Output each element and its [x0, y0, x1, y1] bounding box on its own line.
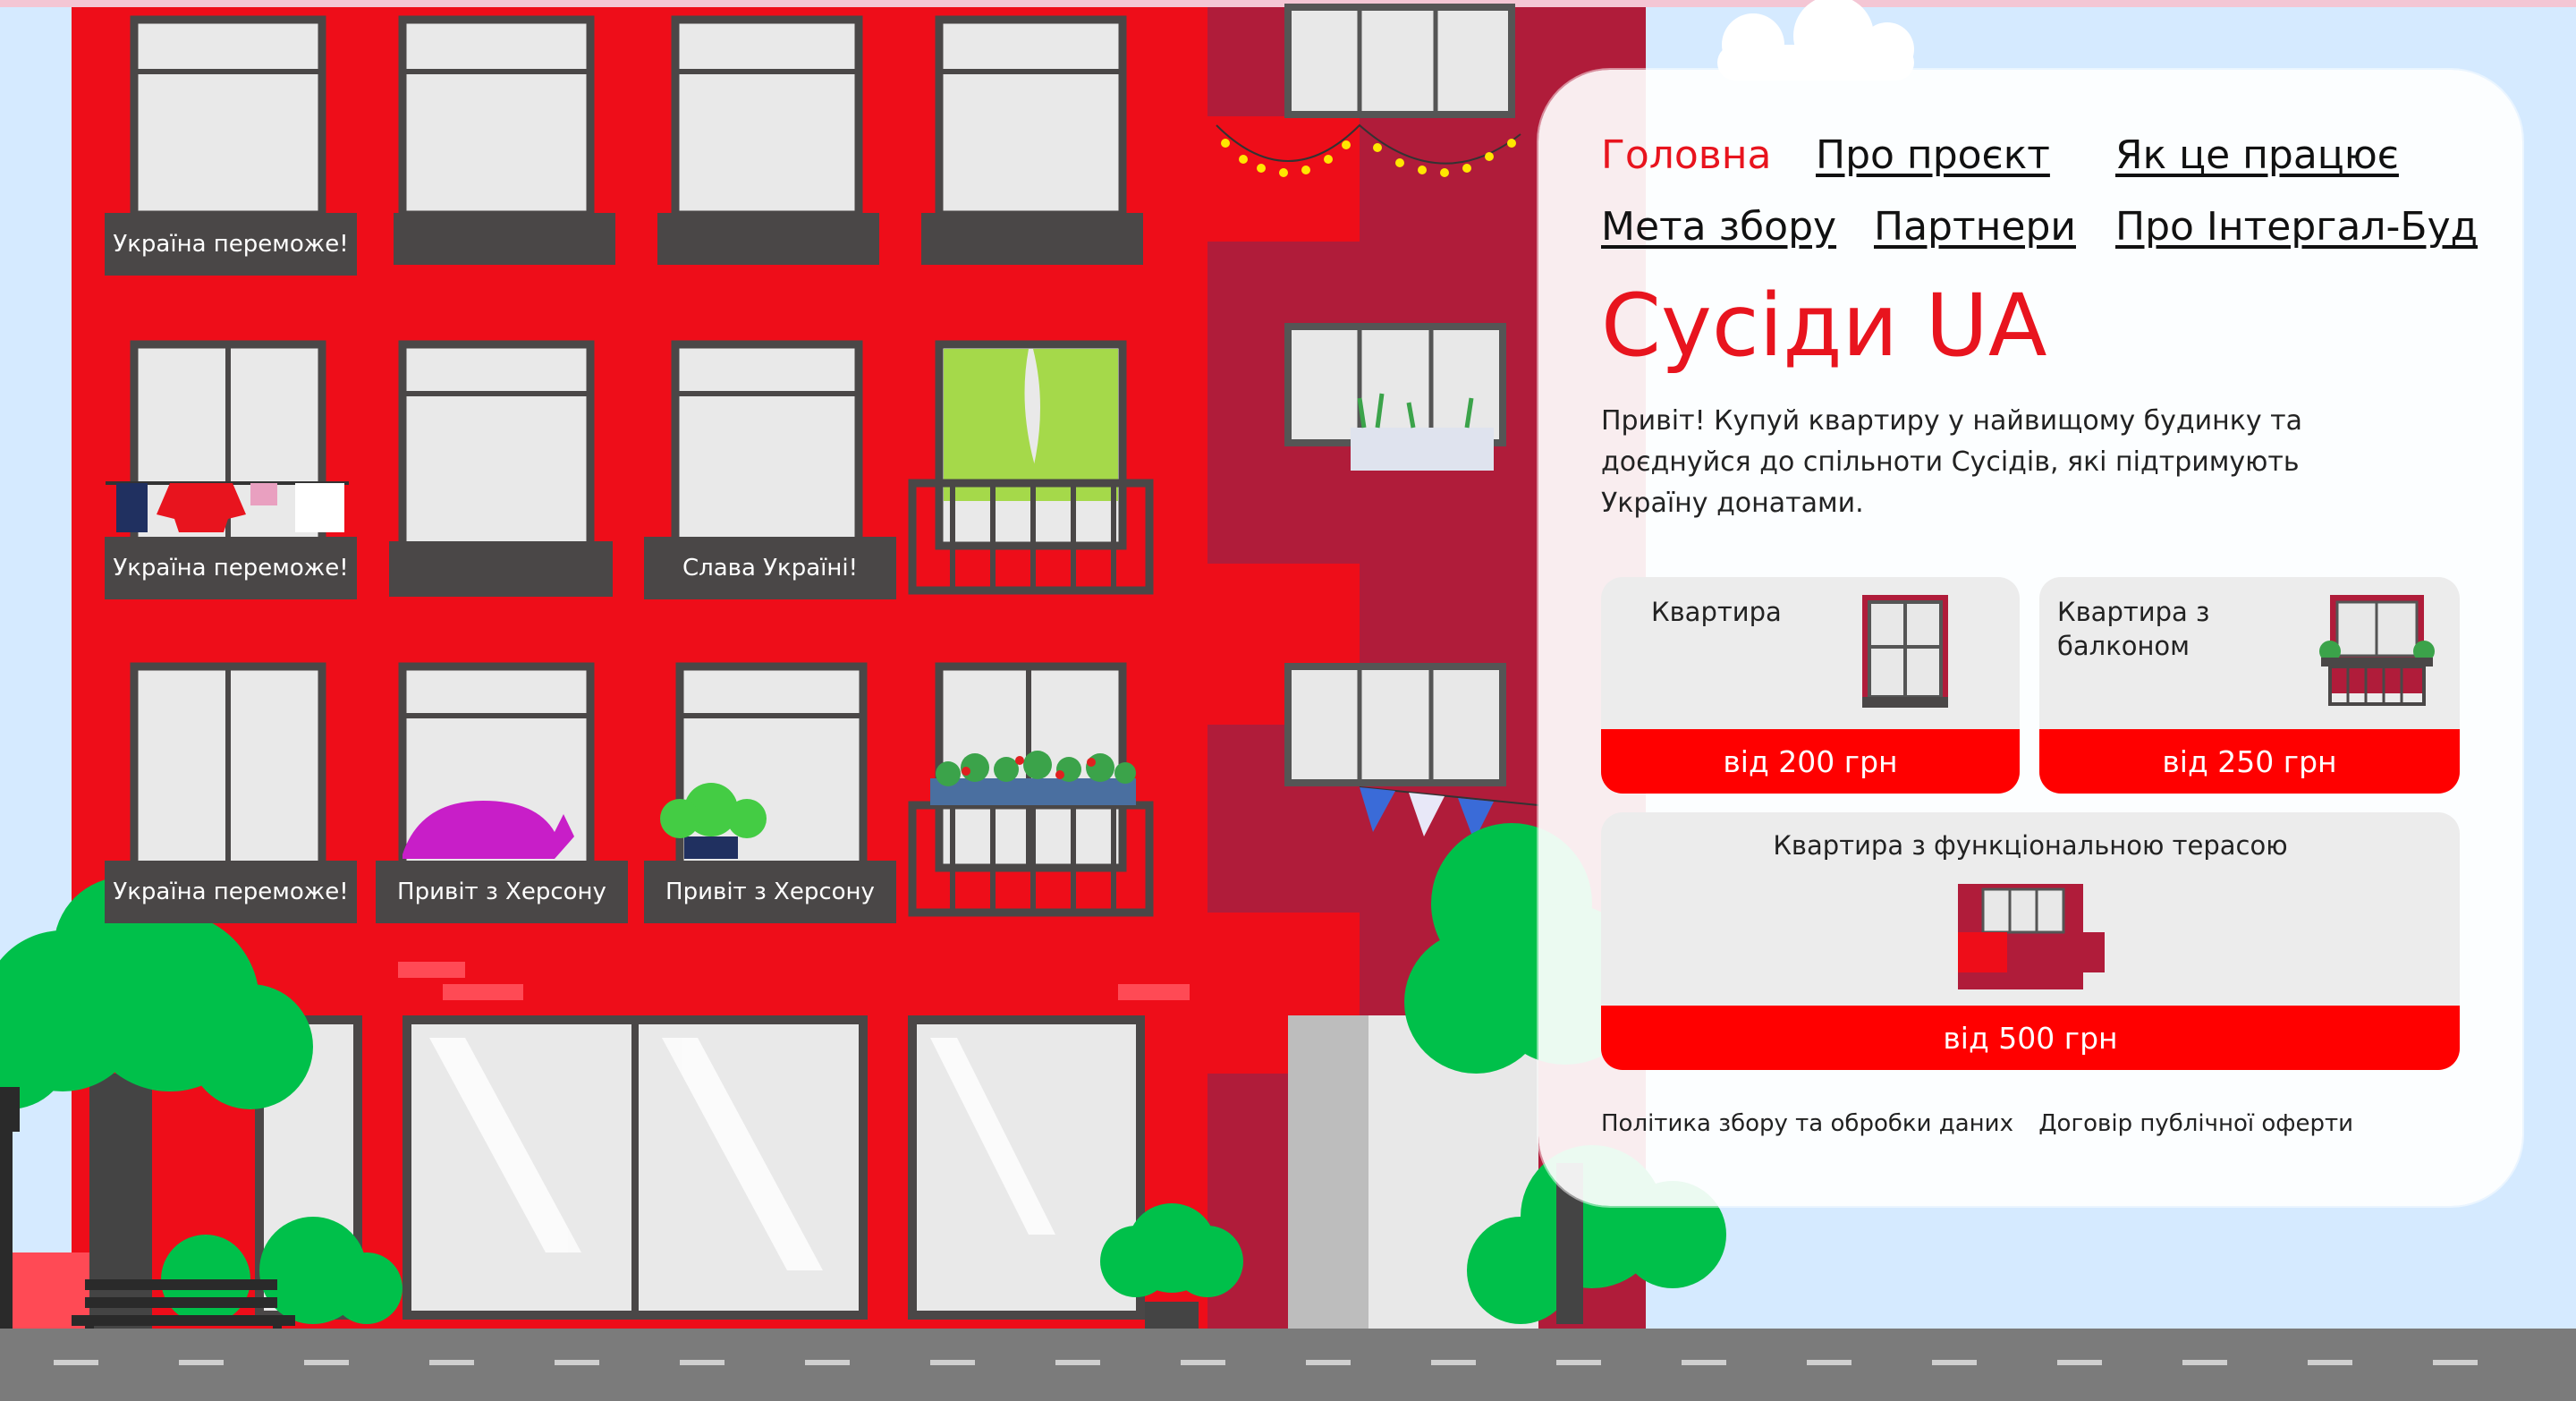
- intro-text: Привіт! Купуй квартиру у найвищому будин…: [1601, 405, 2303, 519]
- balcony-window-icon: [2319, 595, 2435, 706]
- card-flat[interactable]: Квартира від 200 грн: [1601, 577, 2020, 794]
- card-terrace-price-button[interactable]: від 500 грн: [1601, 1006, 2460, 1070]
- window-sign: Україна переможе!: [105, 213, 357, 276]
- window-icon: [1862, 595, 1948, 708]
- card-flat-price-button[interactable]: від 200 грн: [1601, 729, 2020, 794]
- window-sign: Україна переможе!: [105, 861, 357, 923]
- page-title: Сусіди UA: [1601, 276, 2047, 376]
- window-sign: Україна переможе!: [105, 537, 357, 599]
- nav-integral[interactable]: Про Інтергал-Буд: [2115, 204, 2478, 250]
- window-sign: Привіт з Херсону: [376, 861, 628, 923]
- nav-goal[interactable]: Мета збору: [1601, 204, 1836, 250]
- window-sign: Слава Україні!: [644, 537, 896, 599]
- card-balcony-price-button[interactable]: від 250 грн: [2039, 729, 2460, 794]
- window-sign: Привіт з Херсону: [644, 861, 896, 923]
- nav-partners[interactable]: Партнери: [1874, 204, 2076, 250]
- card-flat-label: Квартира: [1651, 597, 1782, 627]
- info-panel: Головна Про проєкт Як це працює Мета збо…: [1538, 70, 2522, 1206]
- terrace-icon: [1958, 884, 2105, 989]
- card-balcony-label: Квартира з балконом: [2057, 597, 2210, 661]
- nav-how-it-works[interactable]: Як це працює: [2115, 132, 2399, 178]
- card-balcony[interactable]: Квартира з балконом від 250 грн: [2039, 577, 2460, 794]
- card-terrace-label: Квартира з функціональною терасою: [1773, 830, 2288, 861]
- nav-about[interactable]: Про проєкт: [1816, 132, 2050, 178]
- nav-home[interactable]: Головна: [1601, 132, 1771, 178]
- footer-links: Політика збору та обробки даних Договір …: [1601, 1110, 2371, 1137]
- policy-link[interactable]: Політика збору та обробки даних: [1601, 1110, 2013, 1137]
- card-terrace[interactable]: Квартира з функціональною терасою від 50…: [1601, 812, 2460, 1070]
- offer-link[interactable]: Договір публічної оферти: [2038, 1110, 2353, 1137]
